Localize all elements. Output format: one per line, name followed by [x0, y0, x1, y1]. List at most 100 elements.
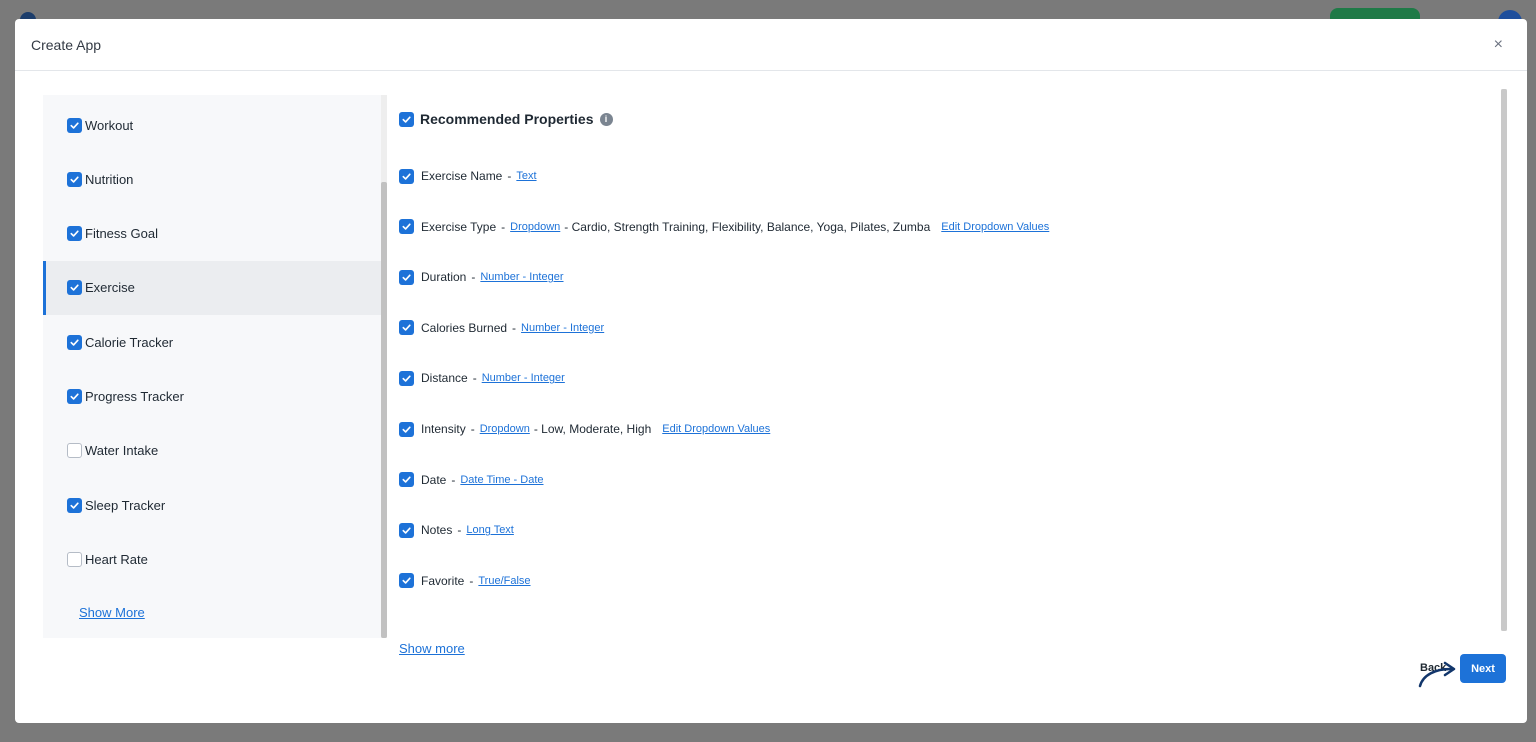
check-icon — [402, 223, 411, 230]
property-row: Favorite - True/False — [399, 571, 531, 591]
property-type-link[interactable]: Text — [516, 170, 536, 182]
category-label: Progress Tracker — [85, 389, 184, 404]
category-checkbox[interactable] — [67, 551, 82, 567]
category-label: Calorie Tracker — [85, 334, 174, 350]
property-name: Date — [421, 472, 447, 487]
category-checkbox[interactable] — [67, 389, 82, 404]
check-icon — [402, 425, 411, 433]
category-label: Workout — [85, 117, 134, 133]
check-icon — [402, 375, 411, 382]
separator: - — [457, 523, 462, 538]
property-checkbox[interactable] — [399, 522, 414, 538]
check-icon — [402, 577, 411, 585]
check-icon — [70, 121, 79, 129]
separator: - — [471, 270, 476, 285]
property-row: Intensity - Dropdown - Low, Moderate, High E… — [399, 419, 770, 439]
property-type-link[interactable]: Number - Integer — [521, 322, 604, 334]
check-icon — [70, 339, 79, 346]
property-type-link[interactable]: Number - Integer — [480, 271, 563, 283]
check-icon — [402, 115, 411, 123]
property-checkbox[interactable] — [399, 219, 414, 235]
property-row: Distance - Number - Integer — [399, 368, 565, 388]
category-checkbox[interactable] — [67, 280, 82, 296]
check-icon — [402, 527, 411, 534]
property-type-link[interactable]: Number - Integer — [482, 372, 565, 384]
properties-panel: Recommended Properties i Show more Exerc… — [399, 95, 1489, 656]
properties-scrollbar-thumb[interactable] — [1501, 89, 1507, 631]
category-checkbox[interactable] — [67, 117, 82, 133]
category-item[interactable]: Fitness Goal — [43, 207, 381, 261]
modal-header: Create App × — [15, 19, 1527, 71]
check-icon — [402, 274, 411, 281]
property-checkbox[interactable] — [399, 370, 414, 386]
separator: - — [512, 320, 517, 335]
property-name: Exercise Type — [421, 219, 497, 234]
check-icon — [70, 176, 79, 183]
recommended-properties-header: Recommended Properties i — [399, 111, 613, 127]
category-label: Sleep Tracker — [85, 497, 166, 513]
property-checkbox[interactable] — [399, 320, 414, 336]
category-item[interactable]: Heart Rate — [43, 532, 381, 586]
category-checkbox[interactable] — [67, 443, 82, 459]
property-row: Exercise Type - Dropdown - Cardio, Strength… — [399, 217, 1049, 237]
property-checkbox[interactable] — [399, 573, 414, 589]
separator: - — [451, 472, 456, 487]
close-icon[interactable]: × — [1494, 36, 1503, 53]
dropdown-options: - Cardio, Strength Training, Flexibility… — [564, 219, 931, 234]
category-checkbox[interactable] — [67, 171, 82, 187]
category-label: Fitness Goal — [85, 226, 158, 242]
property-row: Notes - Long Text — [399, 520, 514, 540]
check-icon — [402, 324, 411, 332]
category-item[interactable]: Progress Tracker — [43, 370, 381, 424]
property-row: Duration - Number - Integer — [399, 267, 564, 287]
show-more-categories-link[interactable]: Show More — [79, 605, 145, 620]
category-label: Exercise — [85, 280, 135, 296]
category-item[interactable]: Calorie Tracker — [43, 315, 381, 369]
property-name: Intensity — [421, 422, 466, 436]
category-checkbox[interactable] — [67, 226, 82, 242]
property-type-link[interactable]: Dropdown — [510, 221, 560, 233]
check-icon — [402, 172, 411, 180]
property-type-link[interactable]: True/False — [478, 575, 530, 587]
category-item[interactable]: Nutrition — [43, 152, 381, 206]
separator: - — [470, 422, 475, 436]
property-name: Exercise Name — [421, 169, 503, 183]
show-more-properties-link[interactable]: Show more — [399, 641, 465, 656]
category-checkbox[interactable] — [67, 497, 82, 513]
property-row: Calories Burned - Number - Integer — [399, 318, 604, 338]
property-checkbox[interactable] — [399, 421, 414, 437]
separator: - — [507, 169, 512, 183]
dropdown-options: - Low, Moderate, High — [533, 422, 652, 436]
property-type-link[interactable]: Dropdown — [480, 423, 530, 435]
property-type-link[interactable]: Date Time - Date — [460, 474, 543, 486]
next-button[interactable]: Next — [1460, 654, 1506, 683]
recommended-properties-checkbox[interactable] — [399, 111, 414, 127]
category-item[interactable]: Exercise — [43, 260, 381, 315]
category-checkbox[interactable] — [67, 334, 82, 350]
category-label: Water Intake — [85, 443, 159, 459]
modal-title: Create App — [31, 36, 102, 53]
category-label: Heart Rate — [85, 551, 148, 567]
property-row: Date - Date Time - Date — [399, 470, 544, 490]
category-scrollbar-thumb[interactable] — [381, 182, 387, 638]
edit-dropdown-values-link[interactable]: Edit Dropdown Values — [941, 221, 1049, 233]
category-label: Nutrition — [85, 171, 134, 187]
edit-dropdown-values-link[interactable]: Edit Dropdown Values — [662, 423, 770, 435]
property-checkbox[interactable] — [399, 472, 414, 488]
category-item[interactable]: Sleep Tracker — [43, 478, 381, 532]
check-icon — [70, 230, 79, 237]
property-checkbox[interactable] — [399, 168, 414, 184]
recommended-properties-title: Recommended Properties — [420, 111, 594, 127]
create-app-modal: Create App × Show More Workout Nutrition F… — [15, 19, 1527, 723]
category-item[interactable]: Workout — [43, 98, 381, 152]
pointer-arrow-icon — [1418, 661, 1456, 688]
info-icon[interactable]: i — [599, 112, 613, 126]
check-icon — [402, 476, 411, 483]
property-name: Favorite — [421, 573, 465, 588]
category-item[interactable]: Water Intake — [43, 424, 381, 478]
separator: - — [472, 371, 477, 386]
property-row: Exercise Name - Text — [399, 166, 537, 186]
property-type-link[interactable]: Long Text — [466, 524, 514, 536]
separator: - — [469, 573, 474, 588]
property-checkbox[interactable] — [399, 269, 414, 285]
